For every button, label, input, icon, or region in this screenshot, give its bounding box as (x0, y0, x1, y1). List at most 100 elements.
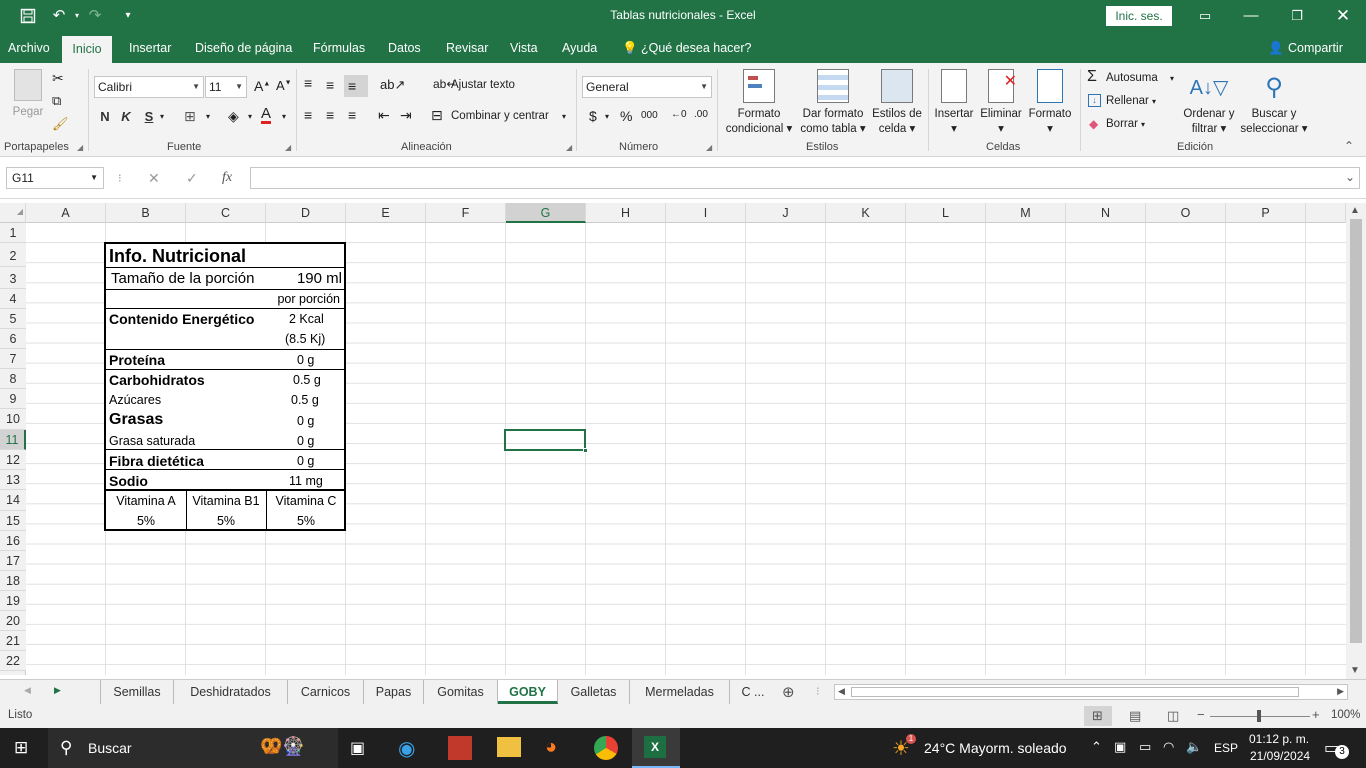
selected-cell[interactable] (504, 429, 588, 453)
tab-ayuda[interactable]: Ayuda (562, 41, 597, 55)
row-header[interactable]: 12 (0, 450, 26, 470)
thousands-icon[interactable]: 000 (641, 110, 658, 121)
clear-dropdown-icon[interactable]: ▾ (1141, 120, 1145, 129)
tab-archivo[interactable]: Archivo (8, 41, 50, 55)
sheet-tab-goby[interactable]: GOBY (498, 680, 558, 704)
clock-date[interactable]: 21/09/2024 (1250, 749, 1310, 763)
currency-icon[interactable]: $ (589, 108, 597, 124)
row-header[interactable]: 2 (0, 243, 26, 267)
increase-font-icon[interactable]: A▲ (254, 78, 270, 94)
decrease-indent-icon[interactable]: ⇤ (378, 107, 390, 124)
zoom-in-icon[interactable]: + (1312, 707, 1320, 722)
align-right-icon[interactable]: ≡ (348, 107, 356, 123)
autosum-button[interactable]: Autosuma (1106, 72, 1158, 84)
name-box[interactable]: G11 ▼ (6, 167, 104, 189)
fill-color-dropdown-icon[interactable]: ▾ (248, 112, 252, 121)
taskbar-search[interactable]: ⚲ Buscar 🥨🎡 (48, 728, 338, 768)
col-header-f[interactable]: F (426, 203, 506, 223)
page-break-icon[interactable]: ◫ (1167, 708, 1179, 724)
zoom-level[interactable]: 100% (1331, 709, 1360, 721)
italic-button[interactable]: K (117, 109, 135, 124)
excel-taskbar-button[interactable]: X (632, 728, 680, 768)
edge-icon[interactable]: ◉ (398, 736, 415, 761)
row-header[interactable]: 1 (0, 223, 26, 243)
battery-icon[interactable]: ▭ (1139, 739, 1151, 755)
underline-dropdown-icon[interactable]: ▾ (160, 112, 164, 121)
align-left-icon[interactable]: ≡ (304, 107, 312, 123)
col-header-m[interactable]: M (986, 203, 1066, 223)
tab-inicio[interactable]: Inicio (62, 36, 112, 63)
scroll-up-icon[interactable]: ▲ (1350, 205, 1360, 216)
row-header[interactable]: 15 (0, 511, 26, 531)
normal-view-icon[interactable]: ⊞ (1084, 706, 1112, 726)
sheet-tab-deshidratados[interactable]: Deshidratados (174, 680, 288, 704)
row-header[interactable]: 9 (0, 389, 26, 409)
hscroll-thumb[interactable] (851, 687, 1299, 697)
col-header-p[interactable]: P (1226, 203, 1306, 223)
tab-vista[interactable]: Vista (510, 41, 538, 55)
autosum-dropdown-icon[interactable]: ▾ (1170, 74, 1174, 83)
sort-filter-button[interactable]: A↓▽ Ordenar y filtrar ▾ (1178, 69, 1240, 137)
align-top-icon[interactable]: ≡ (304, 75, 312, 91)
sheet-tab-carnicos[interactable]: Carnicos (288, 680, 364, 704)
file-explorer-icon[interactable] (497, 737, 521, 757)
tab-revisar[interactable]: Revisar (446, 41, 488, 55)
tab-splitter[interactable]: ⁝ (816, 684, 820, 698)
clock-time[interactable]: 01:12 p. m. (1249, 732, 1309, 746)
chrome-icon[interactable] (594, 736, 618, 760)
collapse-ribbon-icon[interactable]: ⌃ (1344, 139, 1354, 153)
decrease-font-icon[interactable]: A▼ (276, 78, 292, 93)
horizontal-scrollbar[interactable]: ◀ ▶ (834, 684, 1348, 700)
row-header[interactable]: 7 (0, 349, 26, 369)
format-painter-icon[interactable]: 🖌 (52, 116, 69, 132)
scroll-down-icon[interactable]: ▼ (1350, 665, 1360, 676)
row-header[interactable]: 3 (0, 267, 26, 289)
col-header-o[interactable]: O (1146, 203, 1226, 223)
col-header-n[interactable]: N (1066, 203, 1146, 223)
cancel-entry-icon[interactable]: ✕ (148, 170, 160, 187)
app-icon[interactable] (448, 736, 472, 760)
row-header[interactable]: 5 (0, 309, 26, 329)
scroll-thumb[interactable] (1350, 219, 1362, 643)
share-button[interactable]: Compartir (1288, 41, 1343, 55)
wifi-icon[interactable]: ◠ (1163, 739, 1174, 755)
zoom-out-icon[interactable]: − (1197, 707, 1205, 722)
row-header[interactable]: 11 (0, 430, 26, 450)
font-launcher-icon[interactable]: ◢ (285, 143, 291, 152)
font-color-dropdown-icon[interactable]: ▾ (282, 112, 286, 121)
percent-icon[interactable]: % (620, 108, 632, 124)
sheet-tab-mermeladas[interactable]: Mermeladas (630, 680, 730, 704)
col-header-j[interactable]: J (746, 203, 826, 223)
tray-chevron-icon[interactable]: ⌃ (1091, 739, 1102, 755)
sheet-tab-more[interactable]: C ... (730, 680, 776, 704)
select-all-corner[interactable]: ◢ (0, 203, 26, 223)
increase-decimal-icon[interactable]: ←0 (671, 109, 687, 120)
font-size-select[interactable]: 11 ▼ (205, 76, 247, 98)
alignment-launcher-icon[interactable]: ◢ (566, 143, 572, 152)
wrap-text-button[interactable]: Ajustar texto (451, 79, 515, 91)
row-header[interactable]: 18 (0, 571, 26, 591)
row-header[interactable]: 22 (0, 651, 26, 671)
align-middle-icon[interactable]: ≡ (326, 77, 334, 93)
tab-insertar[interactable]: Insertar (129, 41, 171, 55)
conditional-format-button[interactable]: Formato condicional ▾ (722, 69, 796, 137)
clear-button[interactable]: Borrar (1106, 118, 1138, 130)
prev-sheet-icon[interactable]: ◀ (24, 685, 31, 696)
row-header[interactable]: 14 (0, 490, 26, 511)
copy-icon[interactable]: ⧉ (52, 93, 61, 109)
number-launcher-icon[interactable]: ◢ (706, 143, 712, 152)
row-header[interactable]: 10 (0, 409, 26, 430)
close-icon[interactable]: ✕ (1332, 5, 1354, 27)
align-center-icon[interactable]: ≡ (326, 107, 334, 123)
tab-formulas[interactable]: Fórmulas (313, 41, 365, 55)
row-header[interactable]: 17 (0, 551, 26, 571)
font-color-icon[interactable]: A (261, 106, 272, 124)
ribbon-display-icon[interactable]: ▭ (1194, 5, 1216, 27)
merge-dropdown-icon[interactable]: ▾ (562, 112, 566, 121)
fill-handle[interactable] (583, 448, 588, 453)
row-header[interactable]: 13 (0, 470, 26, 490)
row-header[interactable]: 8 (0, 369, 26, 389)
tab-diseno-pagina[interactable]: Diseño de página (195, 41, 292, 55)
format-cells-button[interactable]: Formato ▾ (1026, 69, 1074, 137)
minimize-icon[interactable]: — (1240, 5, 1262, 27)
